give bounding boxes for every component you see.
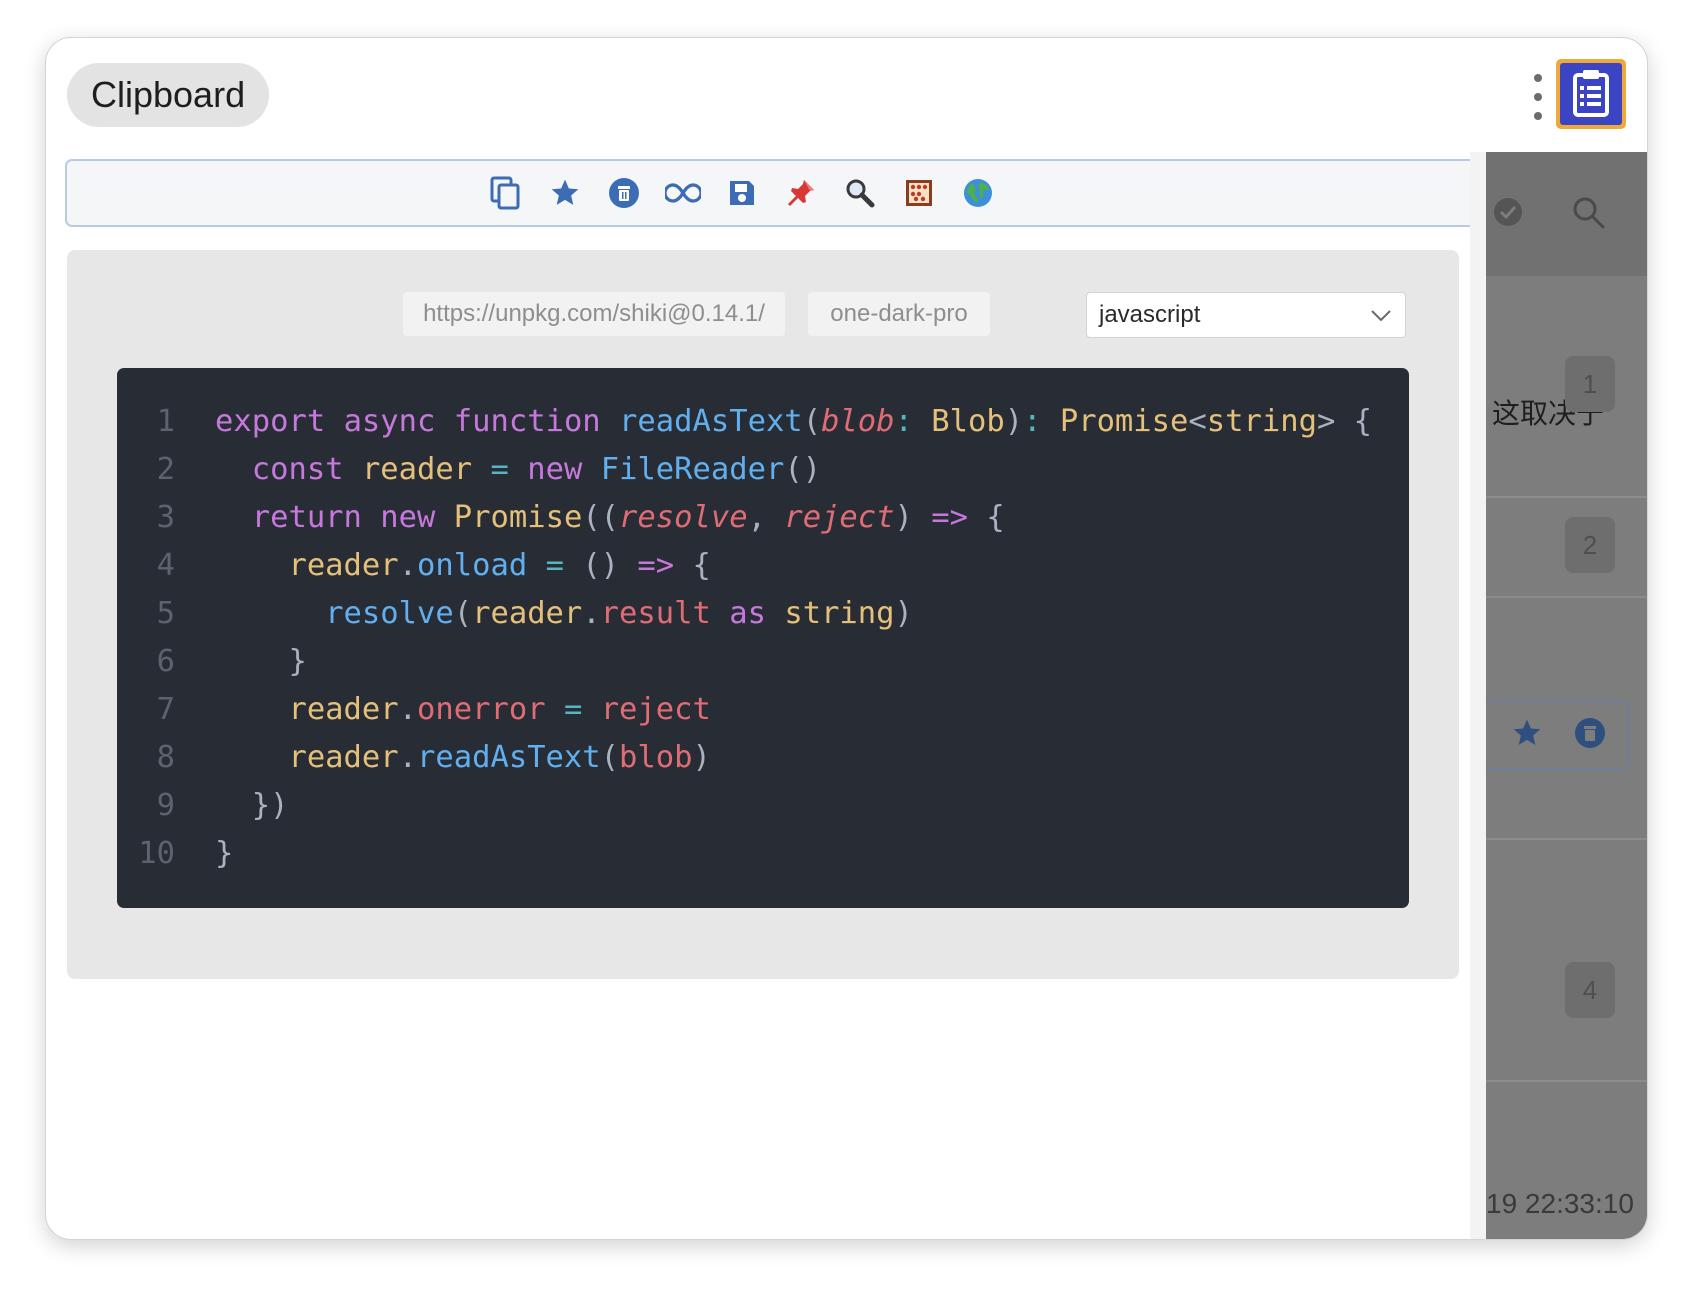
code-preview-panel: https://unpkg.com/shiki@0.14.1/ one-dark… bbox=[67, 250, 1459, 979]
history-item-index: 2 bbox=[1565, 517, 1615, 573]
line-number: 4 bbox=[156, 548, 175, 583]
line-number: 10 bbox=[138, 836, 175, 871]
line-number: 7 bbox=[156, 692, 175, 727]
language-select-value: javascript bbox=[1099, 301, 1201, 328]
magnifier-icon[interactable] bbox=[840, 173, 880, 213]
pin-icon[interactable] bbox=[781, 173, 821, 213]
delete-icon[interactable] bbox=[1574, 717, 1606, 749]
code-lines: 1 export async function readAsText(blob: … bbox=[117, 398, 1372, 878]
history-item-timestamp: 19 22:33:10 bbox=[1486, 1188, 1634, 1219]
clipboard-window: Clipboard https://unpkg.com/shiki@0.14.1… bbox=[45, 37, 1648, 1240]
line-number: 6 bbox=[156, 644, 175, 679]
star-icon[interactable] bbox=[545, 173, 585, 213]
clipboard-app-icon[interactable] bbox=[1556, 59, 1626, 129]
save-icon[interactable] bbox=[722, 173, 762, 213]
line-number: 3 bbox=[156, 500, 175, 535]
search-icon[interactable] bbox=[1570, 194, 1606, 230]
code-block: 1 export async function readAsText(blob: … bbox=[117, 368, 1409, 908]
delete-icon[interactable] bbox=[604, 173, 644, 213]
sidebar-divider bbox=[1470, 152, 1486, 1239]
copy-icon[interactable] bbox=[485, 173, 525, 213]
line-number: 9 bbox=[156, 788, 175, 823]
history-item-actions bbox=[1486, 700, 1629, 770]
language-select[interactable]: javascript bbox=[1086, 292, 1406, 338]
star-icon[interactable] bbox=[1511, 717, 1543, 749]
check-icon[interactable] bbox=[1492, 196, 1524, 228]
cdn-url-input[interactable]: https://unpkg.com/shiki@0.14.1/ bbox=[403, 292, 785, 336]
line-number: 8 bbox=[156, 740, 175, 775]
history-item[interactable] bbox=[1486, 840, 1647, 1082]
chevron-down-icon bbox=[1371, 310, 1391, 322]
history-item-index: 4 bbox=[1565, 962, 1615, 1018]
line-number: 1 bbox=[156, 404, 175, 439]
history-sidebar-overlay: 这取决于 1 2 4 19 22:33:10 bbox=[1486, 152, 1647, 1239]
sidebar-header bbox=[1486, 152, 1647, 276]
app-title: Clipboard bbox=[67, 63, 270, 127]
action-toolbar bbox=[65, 159, 1543, 227]
infinity-icon[interactable] bbox=[663, 173, 703, 213]
theme-input[interactable]: one-dark-pro bbox=[808, 292, 990, 336]
more-menu-icon[interactable] bbox=[1533, 74, 1543, 120]
line-number: 5 bbox=[156, 596, 175, 631]
line-number: 2 bbox=[156, 452, 175, 487]
history-item-index: 1 bbox=[1565, 356, 1615, 412]
abacus-icon[interactable] bbox=[899, 173, 939, 213]
globe-icon[interactable] bbox=[958, 173, 998, 213]
